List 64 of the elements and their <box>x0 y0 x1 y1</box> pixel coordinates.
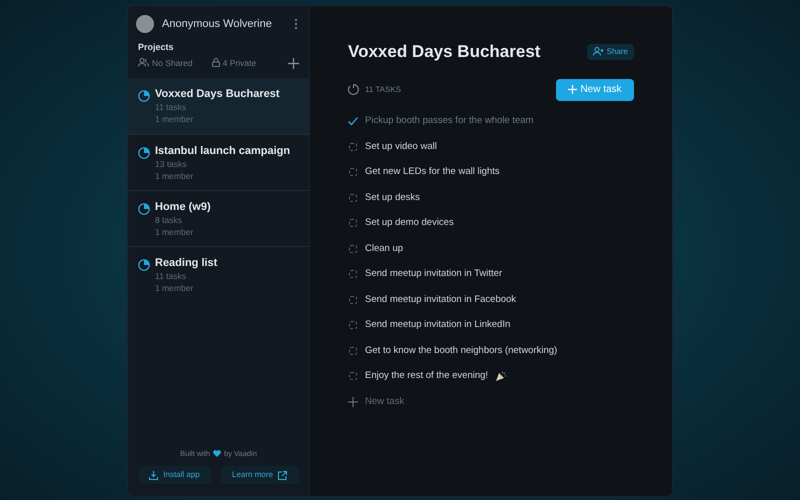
project-name: Reading list <box>155 256 218 270</box>
projects-heading: Projects <box>138 41 175 54</box>
project-name: Istanbul launch campaign <box>155 144 290 158</box>
pie-chart-icon <box>138 147 150 160</box>
private-count: 4 Private <box>222 56 256 70</box>
check-icon[interactable] <box>348 116 358 126</box>
task-count: 11 tasks <box>155 101 188 114</box>
task-text: Set up desks <box>365 190 420 205</box>
member-count: 1 member <box>155 113 194 126</box>
project-item[interactable]: Reading list 11 tasks 1 member <box>128 246 309 302</box>
task-text: Set up demo devices <box>365 216 454 230</box>
share-button[interactable]: Share <box>586 44 634 60</box>
project-name: Home (w9) <box>155 200 211 214</box>
task-text: Send meetup invitation in Twitter <box>365 267 502 282</box>
checkbox[interactable] <box>349 168 357 176</box>
lock-icon <box>212 58 220 68</box>
heart-icon <box>213 450 222 457</box>
task-text: Send meetup invitation in Facebook <box>365 292 516 307</box>
task-text: Pickup booth passes for the whole team <box>365 114 534 128</box>
task-count: 13 tasks <box>155 158 188 170</box>
member-count: 1 member <box>155 282 194 294</box>
project-item[interactable]: Voxxed Days Bucharest 11 tasks 1 member <box>128 78 309 134</box>
external-link-icon <box>278 470 287 480</box>
checkbox[interactable] <box>349 219 357 228</box>
new-task-field[interactable]: New task <box>365 394 565 409</box>
task-text: Send meetup invitation in LinkedIn <box>365 318 510 332</box>
download-icon <box>149 470 158 480</box>
user-name: Anonymous Wolverine <box>162 16 272 32</box>
pie-chart-icon <box>138 90 150 102</box>
project-title: Voxxed Days Bucharest <box>348 41 540 63</box>
checkbox[interactable] <box>349 321 357 330</box>
task-text: Set up video wall <box>365 140 437 154</box>
install-button[interactable]: Install app <box>138 466 210 484</box>
task-text: Get new LEDs for the wall lights <box>365 165 500 180</box>
shared-count: No Shared <box>152 56 193 70</box>
pie-chart-icon <box>138 203 150 216</box>
checkbox[interactable] <box>349 142 357 151</box>
task-text: Get to know the booth neighbors (networking) <box>365 344 558 358</box>
member-count: 1 member <box>155 226 194 238</box>
avatar[interactable] <box>136 15 154 33</box>
checkbox[interactable] <box>349 346 357 355</box>
checkbox[interactable] <box>349 296 357 304</box>
pie-chart-icon <box>138 259 150 272</box>
task-text: Clean up <box>365 242 404 256</box>
add-icon[interactable] <box>288 58 299 70</box>
project-item[interactable]: Home (w9) 8 tasks 1 member <box>128 190 309 246</box>
checkbox[interactable] <box>349 194 357 202</box>
checkbox[interactable] <box>349 244 357 253</box>
progress-icon <box>348 84 359 95</box>
checkbox[interactable] <box>349 270 357 278</box>
project-item[interactable]: Istanbul launch campaign 13 tasks 1 member <box>128 134 309 190</box>
task-count: 8 tasks <box>155 214 183 226</box>
task-count: 11 tasks <box>155 270 188 282</box>
project-name: Voxxed Days Bucharest <box>155 87 280 102</box>
people-icon <box>138 58 149 68</box>
add-person-icon <box>592 47 604 56</box>
plus-icon <box>348 396 358 407</box>
learn-more-button[interactable]: Learn more <box>220 466 298 484</box>
party-popper-icon <box>495 370 506 382</box>
task-total: 11 TASKS <box>365 84 402 96</box>
plus-icon <box>568 85 578 94</box>
checkbox[interactable] <box>349 372 357 380</box>
task-text: Enjoy the rest of the evening! <box>365 369 488 384</box>
member-count: 1 member <box>155 170 194 182</box>
